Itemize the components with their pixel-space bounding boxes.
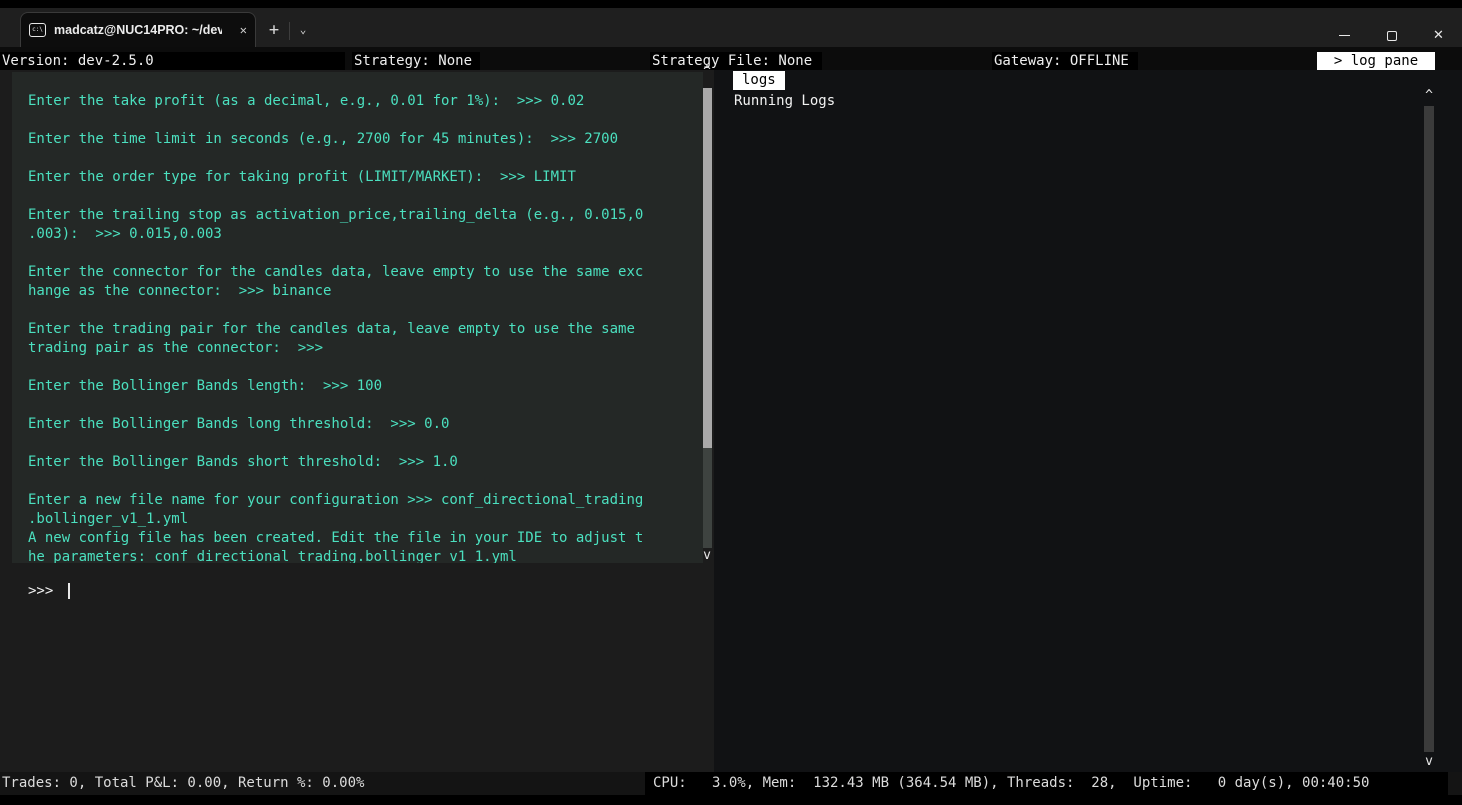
strategy-file-field: Strategy File: None xyxy=(650,52,822,71)
system-status: CPU: 3.0%, Mem: 132.43 MB (364.54 MB), T… xyxy=(653,774,1369,793)
input-prompt: >>> xyxy=(28,583,62,599)
output-line xyxy=(28,244,703,263)
trades-status: Trades: 0, Total P&L: 0.00, Return %: 0.… xyxy=(2,774,364,793)
bottom-border xyxy=(0,795,1462,805)
terminal-icon: c:\ xyxy=(29,23,46,37)
output-line: Enter the Bollinger Bands short threshol… xyxy=(28,453,703,472)
tab-logs[interactable]: logs xyxy=(733,71,785,90)
tab-dropdown-button[interactable]: ⌄ xyxy=(293,23,313,36)
version-field: Version: dev-2.5.0 xyxy=(0,52,345,71)
output-line: Enter the Bollinger Bands length: >>> 10… xyxy=(28,377,703,396)
output-line xyxy=(28,472,703,491)
output-line xyxy=(28,187,703,206)
output-line: Enter the trailing stop as activation_pr… xyxy=(28,206,703,225)
output-scrollbar-thumb[interactable] xyxy=(703,88,712,448)
minimize-icon xyxy=(1339,35,1350,37)
command-input[interactable]: >>> xyxy=(28,582,70,601)
log-pane-toggle-button[interactable]: > log pane xyxy=(1317,52,1435,71)
output-line xyxy=(28,434,703,453)
output-scrollbar-track[interactable] xyxy=(703,448,712,548)
output-line xyxy=(28,149,703,168)
maximize-icon xyxy=(1387,31,1397,41)
log-pane-title: Running Logs xyxy=(734,92,835,111)
bottom-status-bar: Trades: 0, Total P&L: 0.00, Return %: 0.… xyxy=(0,772,1462,795)
close-icon: ✕ xyxy=(1433,29,1444,42)
output-line: Enter the Bollinger Bands long threshold… xyxy=(28,415,703,434)
gateway-field: Gateway: OFFLINE xyxy=(992,52,1138,71)
log-scroll-up-icon[interactable]: ^ xyxy=(1422,88,1436,104)
output-line: Enter a new file name for your configura… xyxy=(28,491,703,510)
output-scroll-down-icon[interactable]: v xyxy=(701,548,713,564)
output-line: .003): >>> 0.015,0.003 xyxy=(28,225,703,244)
tab-separator xyxy=(289,22,290,40)
output-line: trading pair as the connector: >>> xyxy=(28,339,703,358)
output-line: Enter the trading pair for the candles d… xyxy=(28,320,703,339)
output-line: Enter the take profit (as a decimal, e.g… xyxy=(28,92,703,111)
new-tab-button[interactable]: + xyxy=(262,20,286,40)
output-line: Enter the connector for the candles data… xyxy=(28,263,703,282)
system-status-patch: CPU: 3.0%, Mem: 132.43 MB (364.54 MB), T… xyxy=(645,772,1448,795)
terminal-tab[interactable]: c:\ madcatz@NUC14PRO: ~/deve ✕ xyxy=(20,12,256,47)
output-line xyxy=(28,111,703,130)
main-pane: Enter the take profit (as a decimal, e.g… xyxy=(0,70,714,772)
output-line: .bollinger_v1_1.yml xyxy=(28,510,703,529)
top-status-bar: Version: dev-2.5.0 Strategy: None Strate… xyxy=(0,52,1462,71)
output-line xyxy=(28,358,703,377)
output-line xyxy=(28,301,703,320)
text-cursor xyxy=(68,583,70,599)
output-line: Enter the order type for taking profit (… xyxy=(28,168,703,187)
tab-close-icon[interactable]: ✕ xyxy=(240,23,247,37)
tab-title: madcatz@NUC14PRO: ~/deve xyxy=(54,23,222,37)
terminal-body: Version: dev-2.5.0 Strategy: None Strate… xyxy=(0,47,1462,805)
log-scroll-down-icon[interactable]: v xyxy=(1422,754,1436,770)
output-pane[interactable]: Enter the take profit (as a decimal, e.g… xyxy=(12,72,703,563)
output-line: Enter the time limit in seconds (e.g., 2… xyxy=(28,130,703,149)
output-line: he parameters: conf_directional_trading.… xyxy=(28,548,703,563)
output-line: hange as the connector: >>> binance xyxy=(28,282,703,301)
log-scrollbar-thumb[interactable] xyxy=(1424,106,1434,752)
output-line xyxy=(28,396,703,415)
output-line: A new config file has been created. Edit… xyxy=(28,529,703,548)
strategy-field: Strategy: None xyxy=(352,52,480,71)
output-scroll-up-icon[interactable]: ^ xyxy=(701,64,713,80)
log-pane: logs Running Logs ^ v xyxy=(714,70,1462,772)
title-bar: c:\ madcatz@NUC14PRO: ~/deve ✕ + ⌄ ✕ xyxy=(0,0,1462,47)
